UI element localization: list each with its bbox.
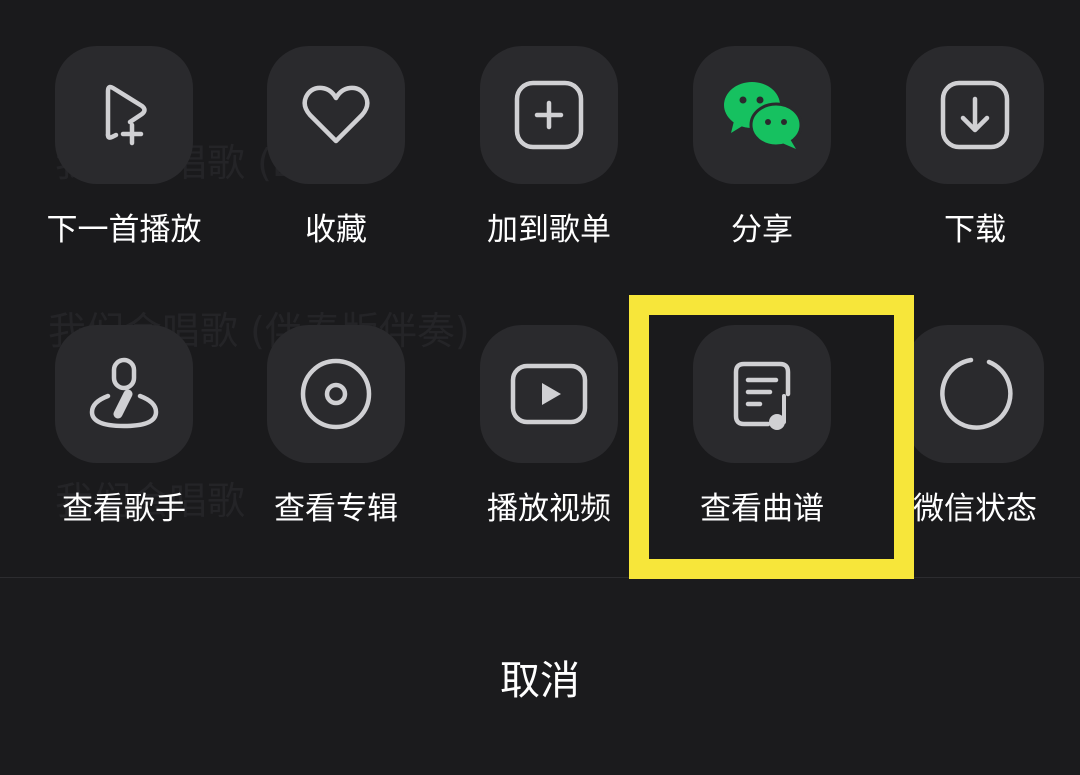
add-to-playlist-icon [514,80,584,150]
video-play-icon [510,363,588,425]
album-icon [300,358,372,430]
action-tile [693,46,831,184]
singer-icon [89,357,159,429]
action-download[interactable]: 下载 [869,46,1080,286]
cancel-button[interactable]: 取消 [0,578,1080,775]
action-label: 分享 [731,212,793,248]
action-view-singer[interactable]: 查看歌手 [18,325,230,565]
action-label: 查看专辑 [274,491,398,527]
action-tile [693,325,831,463]
sheet-music-icon [733,361,791,430]
action-favorite[interactable]: 收藏 [230,46,442,286]
action-tile [55,325,193,463]
action-wechat-status[interactable]: 微信状态 [869,325,1080,565]
action-label: 查看曲谱 [700,491,824,527]
action-tile [906,46,1044,184]
action-view-album[interactable]: 查看专辑 [230,325,442,565]
action-tile [267,325,405,463]
status-ring-icon [940,357,1013,430]
action-view-sheet-music[interactable]: 查看曲谱 [656,325,868,565]
heart-icon [302,85,370,144]
action-tile [906,325,1044,463]
action-tile [480,46,618,184]
action-play-next[interactable]: 下一首播放 [18,46,230,286]
action-label: 微信状态 [913,491,1037,527]
download-icon [940,80,1010,150]
action-label: 查看歌手 [62,491,186,527]
action-share[interactable]: 分享 [656,46,868,286]
action-tile [267,46,405,184]
action-tile [480,325,618,463]
action-tile [55,46,193,184]
cancel-label: 取消 [500,657,580,704]
action-label: 下载 [944,212,1006,248]
action-sheet: 下一首播放 收藏 加到歌单 分享 下载 查看歌手 查看专辑 播放视频 查看曲谱 … [0,0,1080,775]
action-play-video[interactable]: 播放视频 [443,325,655,565]
wechat-icon [724,82,803,149]
play-next-icon [105,84,147,146]
action-label: 下一首播放 [46,212,202,248]
action-add-to-playlist[interactable]: 加到歌单 [443,46,655,286]
action-label: 收藏 [305,212,367,248]
action-label: 播放视频 [487,491,611,527]
action-label: 加到歌单 [487,212,611,248]
